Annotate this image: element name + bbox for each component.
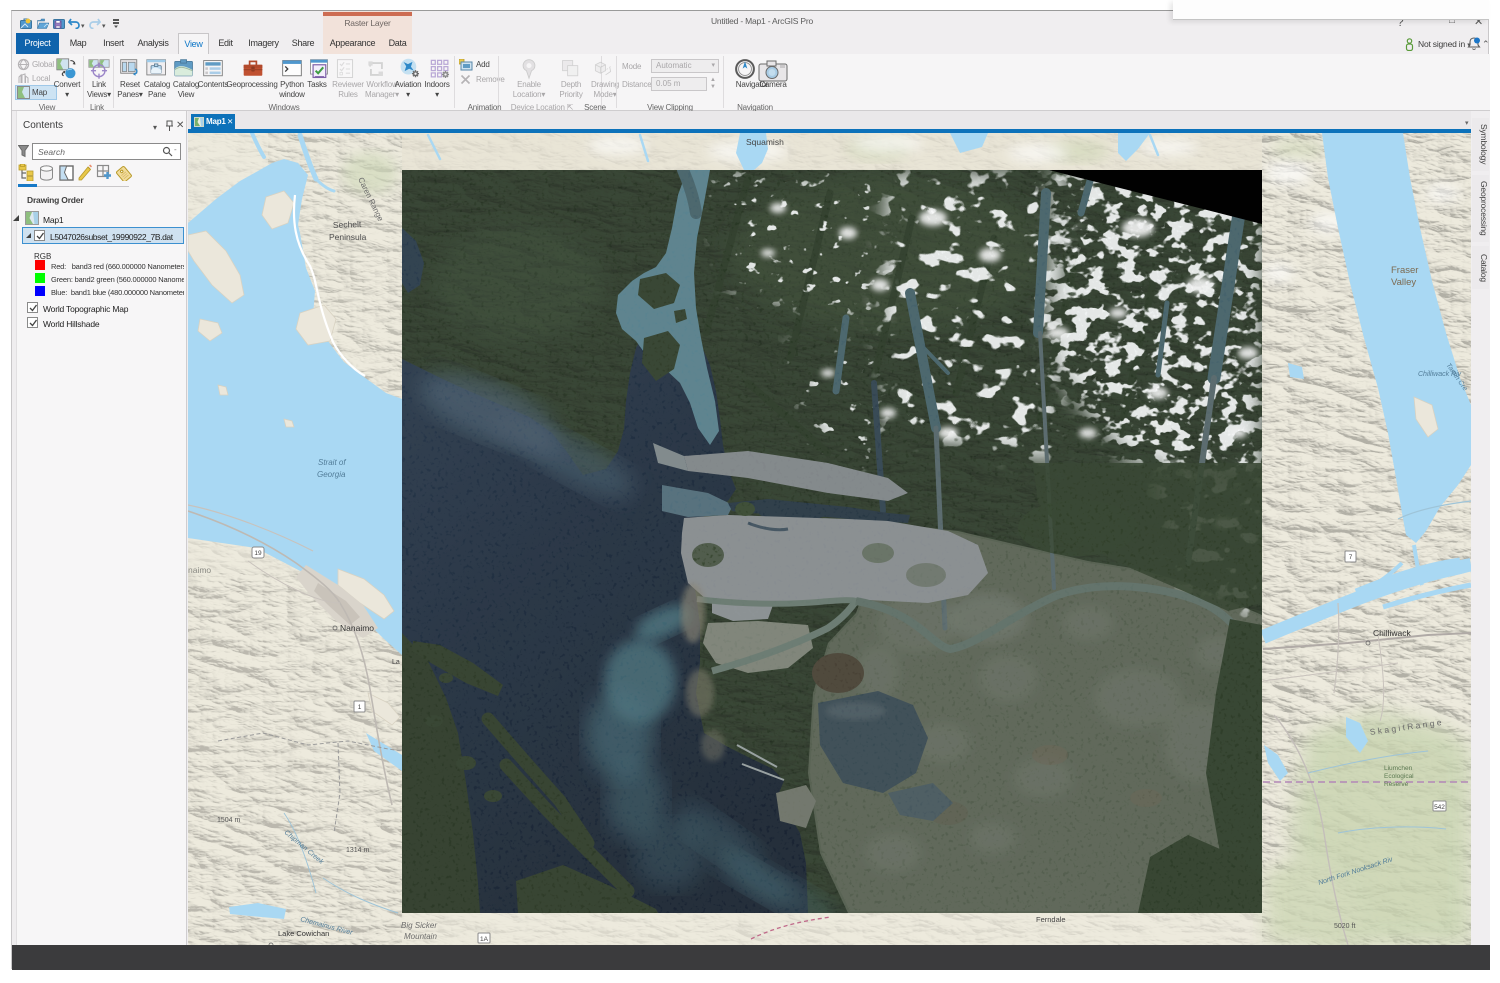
svg-text:Georgia: Georgia <box>317 470 346 479</box>
svg-text:1314 m: 1314 m <box>346 847 370 854</box>
svg-text:19: 19 <box>254 550 262 557</box>
svg-text:1: 1 <box>358 704 362 711</box>
svg-text:542: 542 <box>1434 804 1445 811</box>
svg-text:Squamish: Squamish <box>746 137 784 147</box>
svg-text:5020 ft: 5020 ft <box>1334 923 1355 930</box>
svg-text:Ecological: Ecological <box>1384 773 1414 780</box>
svg-text:Chilliwack: Chilliwack <box>1373 628 1412 638</box>
svg-text:Fraser: Fraser <box>1391 265 1418 276</box>
svg-text:Valley: Valley <box>1391 277 1416 288</box>
svg-text:1504 m: 1504 m <box>217 817 241 824</box>
svg-text:naimo: naimo <box>188 565 211 575</box>
svg-text:Mountain: Mountain <box>404 932 437 941</box>
svg-text:Strait of: Strait of <box>318 458 346 467</box>
svg-text:Peninsula: Peninsula <box>329 232 367 242</box>
svg-text:1A: 1A <box>480 936 489 943</box>
svg-text:Ferndale: Ferndale <box>1036 915 1066 924</box>
svg-text:La: La <box>392 659 400 666</box>
svg-text:Big Sicker: Big Sicker <box>401 921 437 930</box>
svg-text:Lake Cowichan: Lake Cowichan <box>278 929 329 938</box>
svg-text:7: 7 <box>1349 554 1353 561</box>
svg-text:Nanaimo: Nanaimo <box>340 623 374 633</box>
svg-text:Liumchen: Liumchen <box>1384 765 1413 772</box>
svg-text:Sechelt: Sechelt <box>333 219 362 230</box>
svg-text:Reserve: Reserve <box>1384 781 1409 788</box>
